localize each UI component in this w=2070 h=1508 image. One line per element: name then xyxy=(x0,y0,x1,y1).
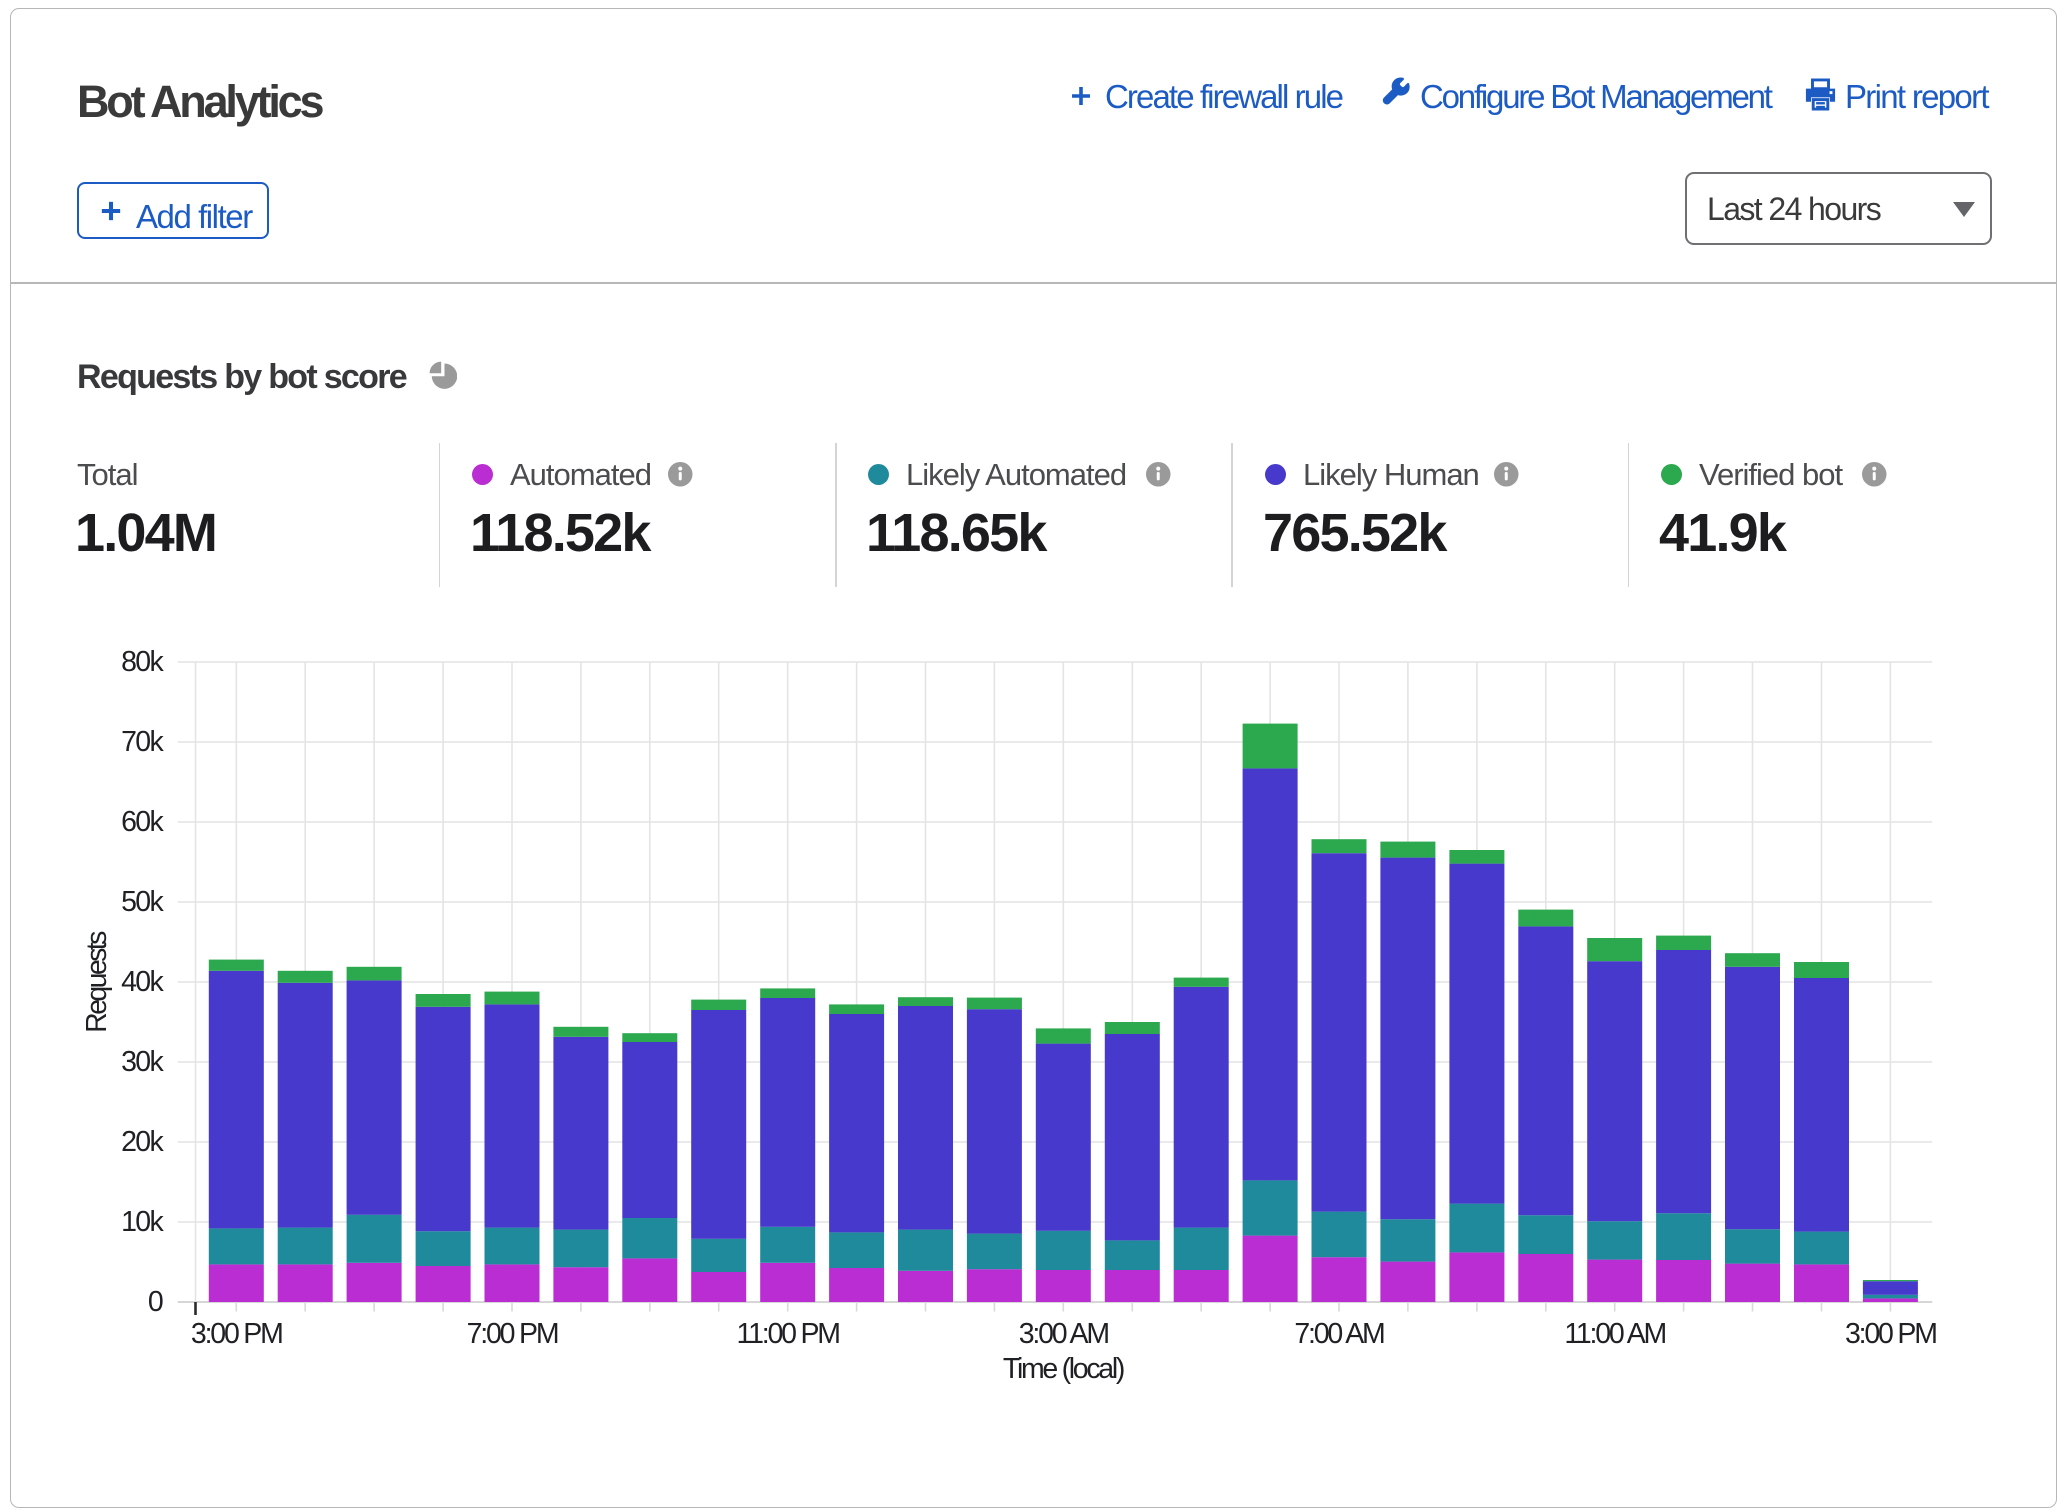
svg-text:3:00 PM: 3:00 PM xyxy=(191,1318,282,1350)
svg-text:Requests: Requests xyxy=(81,931,113,1033)
svg-text:7:00 AM: 7:00 AM xyxy=(1294,1318,1384,1350)
svg-text:60k: 60k xyxy=(121,806,164,838)
svg-text:Time (local): Time (local) xyxy=(1003,1353,1124,1385)
svg-text:10k: 10k xyxy=(121,1206,164,1238)
svg-text:40k: 40k xyxy=(121,966,164,998)
svg-text:3:00 AM: 3:00 AM xyxy=(1019,1318,1109,1350)
svg-text:20k: 20k xyxy=(121,1126,164,1158)
svg-text:30k: 30k xyxy=(121,1046,164,1078)
svg-text:3:00 PM: 3:00 PM xyxy=(1845,1318,1936,1350)
svg-text:11:00 PM: 11:00 PM xyxy=(737,1318,840,1350)
svg-text:0: 0 xyxy=(148,1286,163,1318)
svg-text:7:00 PM: 7:00 PM xyxy=(467,1318,558,1350)
svg-text:50k: 50k xyxy=(121,886,164,918)
svg-text:70k: 70k xyxy=(121,726,164,758)
svg-text:11:00 AM: 11:00 AM xyxy=(1564,1318,1665,1350)
svg-text:80k: 80k xyxy=(121,646,164,678)
